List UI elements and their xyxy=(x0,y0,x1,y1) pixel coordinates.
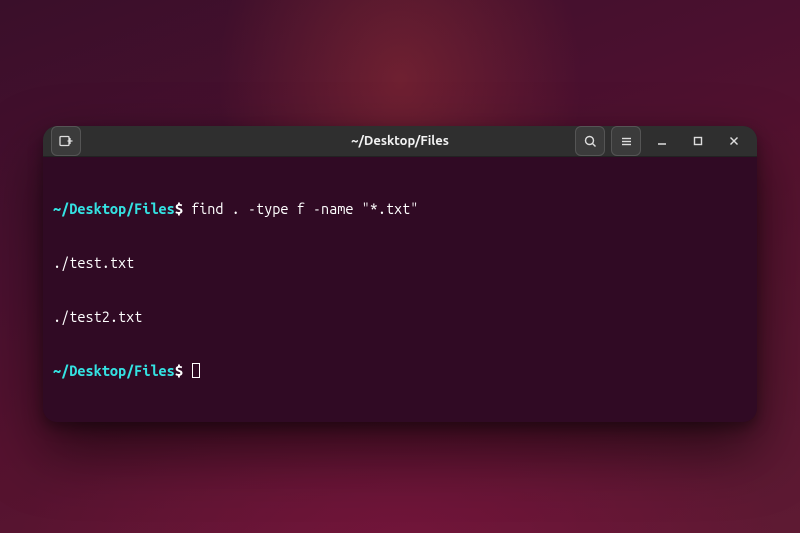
terminal-body[interactable]: ~/Desktop/Files$ find . -type f -name "*… xyxy=(43,157,757,422)
terminal-window: ~/Desktop/Files xyxy=(43,126,757,422)
menu-button[interactable] xyxy=(611,126,641,156)
command-text: find . -type f -name "*.txt" xyxy=(191,200,418,217)
maximize-icon xyxy=(691,134,705,148)
prompt-separator: $ xyxy=(175,362,183,379)
prompt-path: ~/Desktop/Files xyxy=(53,200,175,217)
minimize-icon xyxy=(655,134,669,148)
prompt-path: ~/Desktop/Files xyxy=(53,362,175,379)
terminal-line: ~/Desktop/Files$ xyxy=(53,362,747,380)
terminal-line: ~/Desktop/Files$ find . -type f -name "*… xyxy=(53,200,747,218)
titlebar: ~/Desktop/Files xyxy=(43,126,757,157)
close-button[interactable] xyxy=(719,126,749,156)
new-tab-icon xyxy=(58,133,74,149)
terminal-output-line: ./test.txt xyxy=(53,254,747,272)
minimize-button[interactable] xyxy=(647,126,677,156)
search-icon xyxy=(583,134,598,149)
new-tab-button[interactable] xyxy=(51,126,81,156)
prompt-separator: $ xyxy=(175,200,183,217)
terminal-output-line: ./test2.txt xyxy=(53,308,747,326)
search-button[interactable] xyxy=(575,126,605,156)
maximize-button[interactable] xyxy=(683,126,713,156)
hamburger-menu-icon xyxy=(619,134,634,149)
close-icon xyxy=(727,134,741,148)
cursor-icon xyxy=(192,363,200,378)
